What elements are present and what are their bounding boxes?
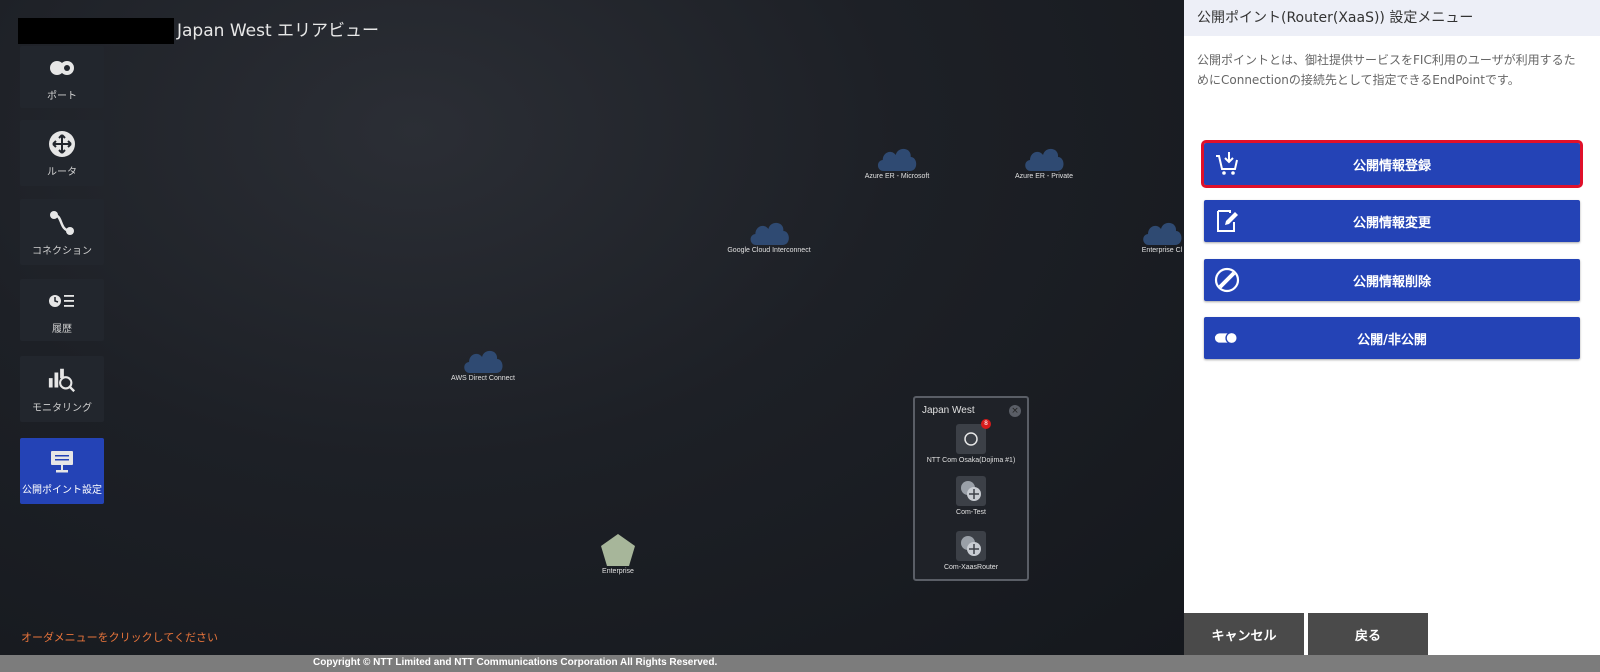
history-icon <box>47 286 77 316</box>
sidebar-item-public-point[interactable]: 公開ポイント設定 <box>20 438 104 504</box>
popup-item-label: Com-Test <box>956 509 986 516</box>
cloud-node-label: Azure ER - Private <box>1015 173 1073 180</box>
pentagon-icon <box>601 534 635 566</box>
sidebar-item-monitoring[interactable]: モニタリング <box>20 356 104 422</box>
japan-west-popup: Japan West × 8 NTT Com Osaka(Dojima #1) … <box>913 396 1029 581</box>
change-public-info-button[interactable]: 公開情報変更 <box>1204 200 1580 242</box>
toggle-public-button[interactable]: 公開/非公開 <box>1204 317 1580 359</box>
cloud-node-label: Google Cloud Interconnect <box>727 247 811 254</box>
cloud-node-google[interactable]: Google Cloud Interconnect <box>727 218 811 254</box>
prohibit-icon <box>1214 267 1240 293</box>
popup-item-port[interactable]: 8 NTT Com Osaka(Dojima #1) <box>915 419 1027 464</box>
edit-document-icon <box>1214 208 1240 234</box>
area-map-canvas[interactable]: Japan West エリアビュー ポート ルータ コネクション 履歴 モニタリ… <box>0 0 1184 655</box>
button-label: 公開情報削除 <box>1352 274 1431 290</box>
connection-icon <box>47 208 77 238</box>
sidebar-item-label: コネクション <box>32 245 92 257</box>
copyright-text: Copyright © NTT Limited and NTT Communic… <box>313 657 718 668</box>
popup-item-router[interactable]: Com-Test <box>915 476 1027 516</box>
cloud-icon <box>878 148 917 171</box>
cancel-button[interactable]: キャンセル <box>1184 613 1304 655</box>
sidebar-item-label: 履歴 <box>52 323 72 335</box>
cloud-node-label: Enterprise Cl <box>1141 247 1183 254</box>
router-node-icon <box>956 476 986 506</box>
popup-item-label: NTT Com Osaka(Dojima #1) <box>926 457 1016 464</box>
cloud-icon <box>750 222 789 245</box>
button-label: 公開情報登録 <box>1352 158 1431 174</box>
port-node-icon: 8 <box>956 419 991 454</box>
cloud-node-azure-microsoft[interactable]: Azure ER - Microsoft <box>864 144 930 180</box>
router-icon <box>47 129 77 159</box>
sidebar-item-history[interactable]: 履歴 <box>20 279 104 341</box>
cloud-node-label: AWS Direct Connect <box>451 375 515 382</box>
enterprise-node-label: Enterprise <box>602 568 634 575</box>
toggle-icon <box>1214 325 1240 351</box>
cloud-node-azure-private[interactable]: Azure ER - Private <box>1015 144 1073 180</box>
cloud-icon <box>1143 222 1182 245</box>
back-button[interactable]: 戻る <box>1308 613 1428 655</box>
button-label: 公開/非公開 <box>1357 332 1427 348</box>
settings-menu-panel: 公開ポイント(Router(XaaS)) 設定メニュー 公開ポイントとは、御社提… <box>1184 0 1600 655</box>
popup-item-xaas-router[interactable]: Com-XaasRouter <box>915 531 1027 571</box>
port-icon <box>47 53 77 83</box>
xaas-router-node-icon <box>956 531 986 561</box>
sidebar-item-label: 公開ポイント設定 <box>22 484 102 496</box>
panel-description: 公開ポイントとは、御社提供サービスをFIC利用のユーザが利用するためにConne… <box>1197 53 1576 87</box>
public-point-icon <box>47 447 77 477</box>
cloud-node-label: Azure ER - Microsoft <box>864 173 930 180</box>
popup-item-label: Com-XaasRouter <box>943 564 999 571</box>
cloud-icon <box>464 350 503 373</box>
popup-title: Japan West <box>922 405 975 416</box>
cloud-icon <box>1025 148 1064 171</box>
cloud-node-enterprise-cloud[interactable]: Enterprise Cl <box>1140 218 1184 254</box>
monitoring-icon <box>47 365 77 395</box>
panel-title: 公開ポイント(Router(XaaS)) 設定メニュー <box>1184 0 1600 36</box>
sidebar-item-port[interactable]: ポート <box>20 46 104 108</box>
order-hint-text: オーダメニューをクリックしてください <box>21 631 219 644</box>
cloud-node-aws[interactable]: AWS Direct Connect <box>451 346 515 382</box>
redacted-logo <box>18 18 174 44</box>
sidebar-item-connection[interactable]: コネクション <box>20 199 104 265</box>
sidebar-item-label: ポート <box>47 90 77 102</box>
sidebar-item-label: ルータ <box>47 166 77 178</box>
sidebar-item-router[interactable]: ルータ <box>20 120 104 186</box>
enterprise-node[interactable]: Enterprise <box>600 533 636 575</box>
close-icon[interactable]: × <box>1009 405 1021 417</box>
register-public-info-button[interactable]: 公開情報登録 <box>1201 140 1583 188</box>
count-badge: 8 <box>981 419 991 429</box>
sidebar-item-label: モニタリング <box>32 402 92 414</box>
cart-download-icon <box>1214 151 1240 177</box>
delete-public-info-button[interactable]: 公開情報削除 <box>1204 259 1580 301</box>
area-title: Japan West エリアビュー <box>177 21 380 41</box>
footer: Copyright © NTT Limited and NTT Communic… <box>0 655 1600 672</box>
button-label: 公開情報変更 <box>1352 215 1431 231</box>
